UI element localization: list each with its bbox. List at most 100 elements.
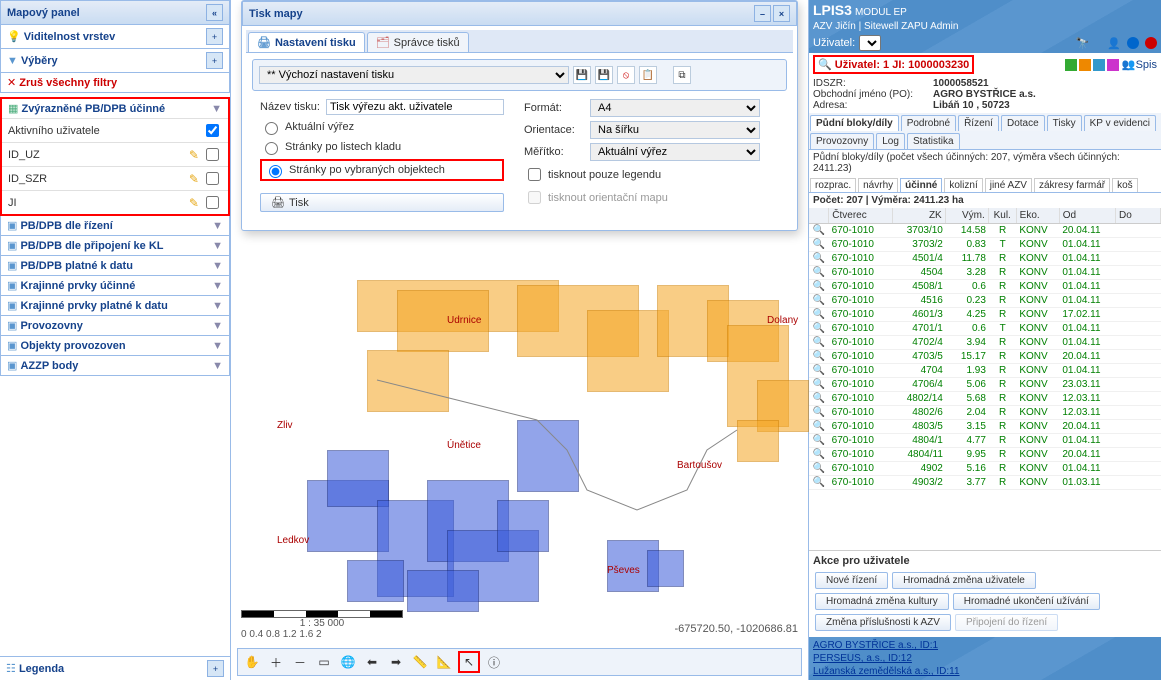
tab-p-dn-bloky-d-ly[interactable]: Půdní bloky/díly: [810, 115, 899, 131]
tab-print-manager[interactable]: 🗂Správce tisků: [367, 32, 469, 52]
filter-icon[interactable]: ▼: [211, 103, 222, 115]
filter-icon[interactable]: ▼: [212, 320, 223, 332]
minimize-icon[interactable]: –: [754, 5, 771, 22]
db-icon[interactable]: [1079, 59, 1091, 71]
user-info-line[interactable]: 🔍 Uživatel: 1 JI: 1000003230: [813, 55, 974, 74]
expand-icon[interactable]: +: [206, 52, 223, 69]
tab-print-settings[interactable]: 🖨Nastavení tisku: [248, 32, 365, 52]
filter-icon[interactable]: ▼: [212, 220, 223, 232]
zoom-in-icon[interactable]: ＋: [266, 652, 286, 672]
pan-icon[interactable]: ✋: [242, 652, 262, 672]
table-row[interactable]: 🔍670-10104706/45.06RKONV23.03.11: [809, 378, 1161, 392]
filter-icon[interactable]: ▼: [212, 300, 223, 312]
filter-icon[interactable]: ▼: [212, 240, 223, 252]
window-icon[interactable]: ⧉: [673, 66, 691, 84]
scale-select[interactable]: Aktuální výřez: [590, 143, 760, 161]
tab-podrobn-[interactable]: Podrobné: [901, 115, 956, 131]
subtab-2[interactable]: účinné: [900, 178, 942, 192]
subtab-4[interactable]: jiné AZV: [985, 178, 1032, 192]
pencil-icon[interactable]: ✎: [189, 148, 199, 162]
footer-link[interactable]: AGRO BYSTŘICE a.s., ID:1: [813, 640, 938, 651]
table-row[interactable]: 🔍670-10104501/411.78RKONV01.04.11: [809, 252, 1161, 266]
tab-provozovny[interactable]: Provozovny: [810, 133, 874, 149]
ruler-icon[interactable]: 📐: [434, 652, 454, 672]
next-extent-icon[interactable]: ➡: [386, 652, 406, 672]
filter-icon[interactable]: ▼: [212, 340, 223, 352]
tab-dotace[interactable]: Dotace: [1001, 115, 1045, 131]
expand-icon[interactable]: +: [207, 660, 224, 677]
tab-kp-v-evidenci[interactable]: KP v evidenci: [1084, 115, 1156, 131]
legend-bar[interactable]: ☷ Legenda+: [0, 656, 230, 680]
info-icon[interactable]: ⓘ: [484, 652, 504, 672]
subtab-6[interactable]: koš: [1112, 178, 1138, 192]
table-row[interactable]: 🔍670-10103703/20.83TKONV01.04.11: [809, 238, 1161, 252]
subtab-0[interactable]: rozprac.: [810, 178, 856, 192]
section-landscape-date[interactable]: ▣ Krajinné prvky platné k datu▼: [1, 296, 229, 315]
footer-link[interactable]: Lužanská zemědělská a.s., ID:11: [813, 666, 960, 677]
footer-link[interactable]: PERSEUS, a.s., ID:12: [813, 653, 912, 664]
action-4[interactable]: Změna příslušnosti k AZV: [815, 614, 951, 631]
filter-icon[interactable]: ▼: [212, 280, 223, 292]
list-item[interactable]: ID_SZR✎: [2, 166, 228, 190]
section-azzp[interactable]: ▣ AZZP body▼: [1, 356, 229, 375]
globe-icon[interactable]: 🌐: [338, 652, 358, 672]
pencil-icon[interactable]: ✎: [189, 172, 199, 186]
binoculars-icon[interactable]: 🔭: [1076, 37, 1090, 50]
chk-legend-only[interactable]: [528, 168, 541, 181]
table-row[interactable]: 🔍670-10104601/34.25RKONV17.02.11: [809, 308, 1161, 322]
checkbox-idszr[interactable]: [206, 172, 219, 185]
section-valid-date[interactable]: ▣ PB/DPB platné k datu▼: [1, 256, 229, 275]
grid-body[interactable]: 🔍670-10103703/1014.58RKONV20.04.11🔍670-1…: [809, 224, 1161, 550]
zoom-box-icon[interactable]: ▭: [314, 652, 334, 672]
table-row[interactable]: 🔍670-101045043.28RKONV01.04.11: [809, 266, 1161, 280]
table-row[interactable]: 🔍670-10104903/23.77RKONV01.03.11: [809, 476, 1161, 490]
table-row[interactable]: 🔍670-101047041.93RKONV01.04.11: [809, 364, 1161, 378]
prev-extent-icon[interactable]: ⬅: [362, 652, 382, 672]
delete-icon[interactable]: ⦸: [617, 66, 635, 84]
map-canvas[interactable]: Udrnice Dolany Zliv Únětice Bartoušov Le…: [237, 290, 802, 640]
print-button[interactable]: 🖨 Tisk: [260, 193, 504, 212]
orientation-select[interactable]: Na šířku: [590, 121, 760, 139]
section-by-process[interactable]: ▣ PB/DPB dle řízení▼: [1, 216, 229, 235]
filter-icon[interactable]: ▼: [212, 260, 223, 272]
table-row[interactable]: 🔍670-10104802/145.68RKONV12.03.11: [809, 392, 1161, 406]
pencil-icon[interactable]: ✎: [189, 196, 199, 210]
subtab-1[interactable]: návrhy: [858, 178, 898, 192]
measure-icon[interactable]: 📏: [410, 652, 430, 672]
table-row[interactable]: 🔍670-10104703/515.17RKONV20.04.11: [809, 350, 1161, 364]
subtab-3[interactable]: kolizní: [944, 178, 982, 192]
highlighted-section[interactable]: ▦ Zvýrazněné PB/DPB účinné▼: [2, 99, 228, 118]
save-icon[interactable]: 💾: [573, 66, 591, 84]
table-row[interactable]: 🔍670-101049025.16RKONV01.04.11: [809, 462, 1161, 476]
action-0[interactable]: Nové řízení: [815, 572, 888, 589]
record-icon[interactable]: [1145, 37, 1157, 49]
filter-icon[interactable]: ▼: [212, 360, 223, 372]
list-item[interactable]: ID_UZ✎: [2, 142, 228, 166]
tab-tisky[interactable]: Tisky: [1047, 115, 1082, 131]
table-row[interactable]: 🔍670-10104803/53.15RKONV20.04.11: [809, 420, 1161, 434]
section-landscape-valid[interactable]: ▣ Krajinné prvky účinné▼: [1, 276, 229, 295]
visibility-section[interactable]: 💡 Viditelnost vrstev+: [1, 25, 229, 48]
action-3[interactable]: Hromadné ukončení užívání: [953, 593, 1100, 610]
table-row[interactable]: 🔍670-10104508/10.6RKONV01.04.11: [809, 280, 1161, 294]
tab-statistika[interactable]: Statistika: [907, 133, 960, 149]
print-name-input[interactable]: [326, 99, 504, 115]
radio-selected-objects[interactable]: [269, 165, 282, 178]
checkbox-ji[interactable]: [206, 196, 219, 209]
table-row[interactable]: 🔍670-10104802/62.04RKONV12.03.11: [809, 406, 1161, 420]
tab--zen-[interactable]: Řízení: [958, 115, 999, 131]
close-icon[interactable]: ×: [773, 5, 790, 22]
preset-select[interactable]: ** Výchozí nastavení tisku: [259, 66, 569, 84]
table-row[interactable]: 🔍670-10104804/14.77RKONV01.04.11: [809, 434, 1161, 448]
subtab-5[interactable]: zákresy farmář: [1034, 178, 1110, 192]
checkbox-active-user[interactable]: [206, 124, 219, 137]
spis-link[interactable]: Spis: [1136, 59, 1157, 71]
clear-filters[interactable]: ✕ Zruš všechny filtry: [1, 73, 229, 92]
user-select[interactable]: [859, 35, 881, 51]
list-item[interactable]: JI✎: [2, 190, 228, 214]
tab-log[interactable]: Log: [876, 133, 905, 149]
info-icon[interactable]: [1127, 37, 1139, 49]
table-row[interactable]: 🔍670-101045160.23RKONV01.04.11: [809, 294, 1161, 308]
expand-icon[interactable]: +: [206, 28, 223, 45]
copy-icon[interactable]: 📋: [639, 66, 657, 84]
